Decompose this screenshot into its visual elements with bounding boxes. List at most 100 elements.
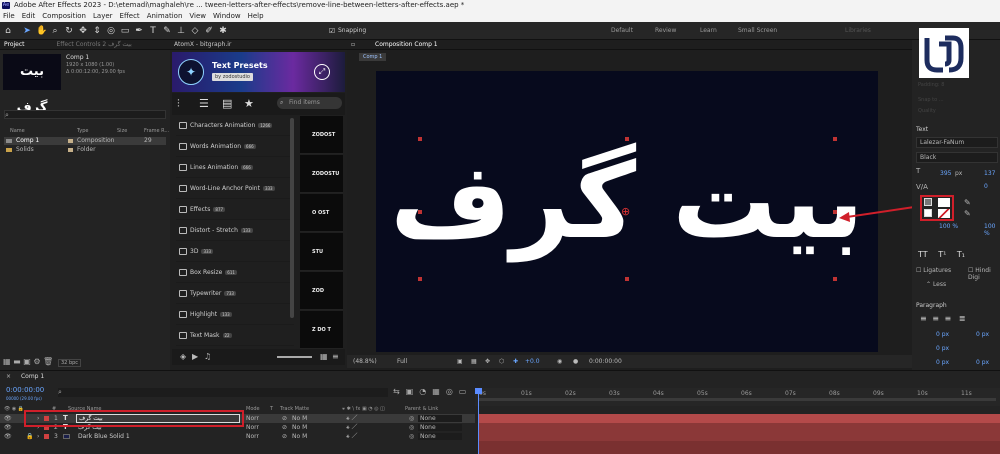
magnification-dropdown[interactable]: (48.8%)	[353, 355, 377, 368]
composition-canvas[interactable]: بیت گرف ⊕	[376, 71, 878, 352]
show-channel-icon[interactable]: ●	[573, 355, 578, 368]
expand-arrow-icon[interactable]: ›	[37, 432, 39, 441]
align-right-icon[interactable]: ≡	[945, 314, 952, 323]
transform-handle[interactable]	[625, 137, 629, 141]
preset-typewriter[interactable]: Typewriter 733	[176, 284, 294, 304]
layer-track-matte[interactable]: No M	[292, 423, 307, 432]
indent-right-value[interactable]: 0 px	[976, 331, 989, 338]
menu-animation[interactable]: Animation	[147, 11, 183, 22]
col-track-matte[interactable]: Track Matte	[280, 405, 309, 413]
file-icon[interactable]: ▤	[222, 97, 232, 110]
shy-icon[interactable]: ◔	[419, 387, 432, 396]
puppet-tool-icon[interactable]: ✱	[218, 26, 228, 36]
transform-handle[interactable]	[625, 277, 629, 281]
parent-pickwhip-icon[interactable]: ◎	[409, 423, 414, 432]
resolution-dropdown[interactable]: Full	[397, 355, 407, 368]
font-size-value[interactable]: 395	[940, 170, 951, 177]
transform-handle[interactable]	[418, 210, 422, 214]
expand-icon[interactable]: ⤢	[314, 64, 330, 80]
hand-tool-icon[interactable]: ✋	[36, 26, 47, 36]
trash-icon[interactable]: 🗑	[43, 357, 53, 366]
fill-white-swatch[interactable]	[938, 198, 950, 207]
layer-duration-bar[interactable]	[479, 414, 1000, 423]
eye-icon[interactable]: 👁	[4, 432, 12, 441]
music-icon[interactable]: ♫	[204, 352, 211, 361]
tab-composition[interactable]: Composition Comp 1	[375, 41, 438, 48]
preset-highlight[interactable]: Highlight 133	[176, 305, 294, 325]
project-row-solids[interactable]: Solids Folder	[4, 146, 166, 154]
snapping-checkbox-icon[interactable]: ☑	[327, 26, 337, 36]
exposure-value[interactable]: +0.0	[525, 355, 540, 368]
transform-handle[interactable]	[418, 137, 422, 141]
pan-tool-icon[interactable]: ✥	[78, 26, 88, 36]
transform-handle[interactable]	[418, 277, 422, 281]
layer-mode[interactable]: Norr	[246, 423, 259, 432]
preset-text-mask[interactable]: Text Mask 22	[176, 326, 294, 346]
zoom-tool-icon[interactable]: ⌕	[50, 26, 60, 36]
menu-edit[interactable]: Edit	[22, 11, 36, 22]
list-icon[interactable]: ☰	[199, 97, 209, 110]
transform-handle[interactable]	[833, 277, 837, 281]
transparency-grid-icon[interactable]: ▦	[471, 355, 477, 368]
font-style-dropdown[interactable]: Black	[916, 152, 998, 163]
parent-pickwhip-icon[interactable]: ◎	[409, 432, 414, 441]
label-color-swatch[interactable]	[44, 434, 49, 439]
mask-visibility-icon[interactable]: ✥	[485, 355, 490, 368]
anchor-point-icon[interactable]: ⊕	[621, 205, 630, 218]
preset-word-line-anchor[interactable]: Word-Line Anchor Point 333	[176, 179, 294, 199]
track-matte-icon[interactable]: ⊘	[282, 423, 287, 432]
eyedropper-icon[interactable]: ✎	[964, 209, 971, 218]
preset-thumbnail[interactable]: O OST	[300, 194, 343, 232]
layer-duration-bar[interactable]	[479, 432, 1000, 441]
track-matte-icon[interactable]: ⊘	[282, 432, 287, 441]
timeline-search-input[interactable]: ⌕	[58, 388, 388, 397]
rectangle-tool-icon[interactable]: ▭	[120, 26, 130, 36]
workspace-small-screen[interactable]: Small Screen	[738, 27, 777, 34]
menu-window[interactable]: Window	[213, 11, 241, 22]
parent-pickwhip-icon[interactable]: ◎	[409, 414, 414, 423]
playhead-handle[interactable]	[475, 388, 482, 394]
workspace-review[interactable]: Review	[655, 27, 676, 34]
comp-text-layer[interactable]: بیت گرف	[376, 131, 878, 271]
workspace-default[interactable]: Default	[611, 27, 633, 34]
preset-words-animation[interactable]: Words Animation 666	[176, 137, 294, 157]
transform-handle[interactable]	[833, 137, 837, 141]
space-before-value[interactable]: 0 px	[936, 359, 949, 366]
superscript-icon[interactable]: T¹	[938, 250, 946, 259]
frame-blend-icon[interactable]: ▦	[432, 387, 446, 396]
hindi-digits-option[interactable]: ☐ Hindi Digi	[968, 267, 1000, 281]
home-icon[interactable]: ⌂	[3, 26, 13, 36]
layer-parent[interactable]: None	[418, 424, 462, 431]
stroke-color-swatch[interactable]	[924, 209, 932, 217]
preset-effects[interactable]: Effects 877	[176, 200, 294, 220]
layer-track-matte[interactable]: No M	[292, 414, 307, 423]
brush-tool-icon[interactable]: ✎	[162, 26, 172, 36]
pan-behind-tool-icon[interactable]: ◎	[106, 26, 116, 36]
play-icon[interactable]: ▶	[192, 352, 198, 361]
comp-subtab[interactable]: Comp 1	[359, 53, 387, 61]
all-caps-icon[interactable]: TT	[918, 250, 928, 259]
eye-icon[interactable]: 👁	[4, 423, 12, 432]
orbit-tool-icon[interactable]: ↻	[64, 26, 74, 36]
menu-composition[interactable]: Composition	[42, 11, 86, 22]
preset-characters-animation[interactable]: Characters Animation 1266	[176, 116, 294, 136]
atomx-panel-header[interactable]: AtomX - bitgraph.ir	[170, 40, 347, 50]
composition-flow-icon[interactable]: ⇆	[393, 387, 406, 396]
menu-layer[interactable]: Layer	[93, 11, 113, 22]
horizontal-scale[interactable]: 100 %	[984, 223, 1000, 237]
interpret-footage-icon[interactable]: ▦	[3, 357, 11, 366]
3d-view-icon[interactable]: ⬡	[499, 355, 504, 368]
menu-view[interactable]: View	[189, 11, 206, 22]
thumb-size-slider[interactable]	[277, 356, 312, 358]
lock-icon[interactable]: ▫	[351, 41, 355, 48]
col-size[interactable]: Size	[117, 127, 127, 135]
workspace-learn[interactable]: Learn	[700, 27, 717, 34]
sliders-icon[interactable]: ⫶	[177, 97, 180, 111]
col-t[interactable]: T	[270, 405, 273, 413]
project-search-input[interactable]: ⌕	[4, 110, 166, 119]
indent-first-value[interactable]: 0 px	[936, 345, 949, 352]
layer-mode[interactable]: Norr	[246, 414, 259, 423]
selection-tool-icon[interactable]: ➤	[22, 26, 32, 36]
col-name[interactable]: Name	[10, 127, 25, 135]
indent-left-value[interactable]: 0 px	[936, 331, 949, 338]
